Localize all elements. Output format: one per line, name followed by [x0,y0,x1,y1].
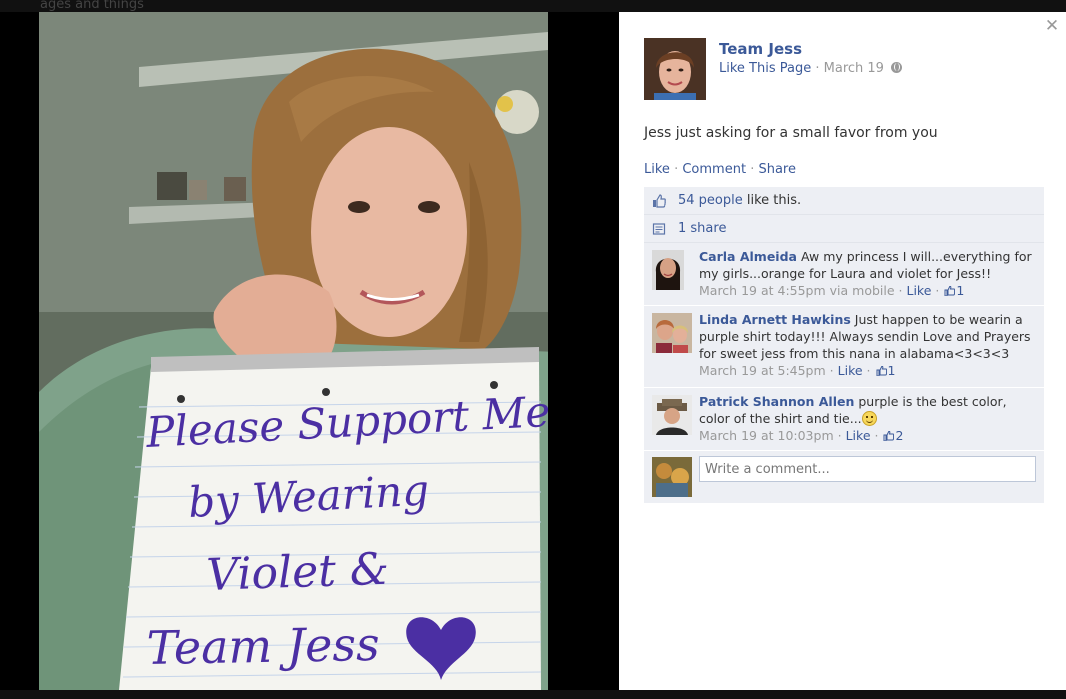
comment-like-link[interactable]: Like [838,363,863,378]
comment-like-link[interactable]: Like [907,283,932,298]
comment-item: Patrick Shannon Allen purple is the best… [644,388,1044,451]
comment-body: Patrick Shannon Allen purple is the best… [699,393,1036,427]
likes-suffix: like this. [742,193,802,208]
comment-input[interactable] [699,456,1036,482]
background-page-text: ages and things [40,0,144,12]
comment-like-number: 1 [887,363,896,378]
like-icon [944,286,956,296]
comment-item: Carla Almeida Aw my princess I will...ev… [644,243,1044,306]
shares-count-link[interactable]: 1 share [678,221,726,236]
commenter-avatar[interactable] [652,313,692,353]
likes-summary: 54 people like this. [644,187,1044,215]
comment-timestamp[interactable]: March 19 at 5:45pm [699,363,826,378]
action-separator: · [674,162,679,177]
comment-body: Carla Almeida Aw my princess I will...ev… [699,248,1036,282]
meta-separator: · [874,428,879,443]
post-header: Team Jess Like This Page · March 19 [644,38,1044,102]
commenter-avatar[interactable] [652,395,692,435]
write-comment-row [644,451,1044,503]
post-photo[interactable]: Please Support Me by Wearing Violet & Te… [39,12,548,690]
comment-like-link[interactable]: Like [846,428,871,443]
comment-meta: March 19 at 4:55pm via mobile · Like · 1 [699,282,1036,300]
meta-separator: · [829,363,834,378]
likes-count-link[interactable]: 54 people [678,193,743,208]
meta-separator: · [866,363,871,378]
comment-action[interactable]: Comment [682,162,746,177]
meta-separator: · [815,61,820,76]
comment-like-count[interactable]: 1 [875,363,896,378]
comment-body: Linda Arnett Hawkins Just happen to be w… [699,311,1036,362]
meta-separator: · [898,283,903,298]
page-avatar[interactable] [644,38,706,100]
post-date[interactable]: March 19 [824,61,884,76]
like-icon [883,431,895,441]
comment-like-count[interactable]: 2 [882,428,903,443]
globe-icon [891,62,903,73]
meta-separator: · [935,283,940,298]
current-user-avatar [652,457,692,497]
comment-author-link[interactable]: Patrick Shannon Allen [699,394,854,409]
comment-item: Linda Arnett Hawkins Just happen to be w… [644,306,1044,388]
close-icon[interactable]: ✕ [1044,18,1060,35]
comment-like-number: 1 [956,283,965,298]
feedback-box: 54 people like this. 1 share Carla Almei… [644,187,1044,503]
action-separator: · [750,162,755,177]
share-icon [652,223,666,235]
post-message: Jess just asking for a small favor from … [644,125,938,141]
comment-author-link[interactable]: Linda Arnett Hawkins [699,312,851,327]
like-page-link[interactable]: Like This Page [719,61,811,76]
comment-like-count[interactable]: 1 [943,283,964,298]
photo-illustration: Please Support Me by Wearing Violet & Te… [39,12,548,690]
like-icon [876,366,887,376]
photo-stage: Please Support Me by Wearing Violet & Te… [0,12,619,690]
share-action[interactable]: Share [758,162,796,177]
sign-line-4: Team Jess [146,617,380,675]
post-side-panel: ✕ Team Jess Like This Page · March 19 Je… [619,12,1066,690]
commenter-avatar[interactable] [652,250,684,290]
comment-like-number: 2 [895,428,904,443]
meta-separator: · [837,428,842,443]
shares-summary: 1 share [644,215,1044,243]
sign-line-3: Violet & [206,544,390,601]
comment-timestamp[interactable]: March 19 at 4:55pm via mobile [699,283,895,298]
smile-emoticon-icon [861,411,877,426]
comment-meta: March 19 at 5:45pm · Like · 1 [699,362,1036,380]
comment-timestamp[interactable]: March 19 at 10:03pm [699,428,834,443]
post-actions: Like · Comment · Share [644,162,796,177]
post-meta: Like This Page · March 19 [719,61,903,76]
page-name-link[interactable]: Team Jess [719,40,802,58]
comment-meta: March 19 at 10:03pm · Like · 2 [699,427,1036,445]
like-action[interactable]: Like [644,162,670,177]
like-icon [653,194,666,208]
comment-author-link[interactable]: Carla Almeida [699,249,797,264]
